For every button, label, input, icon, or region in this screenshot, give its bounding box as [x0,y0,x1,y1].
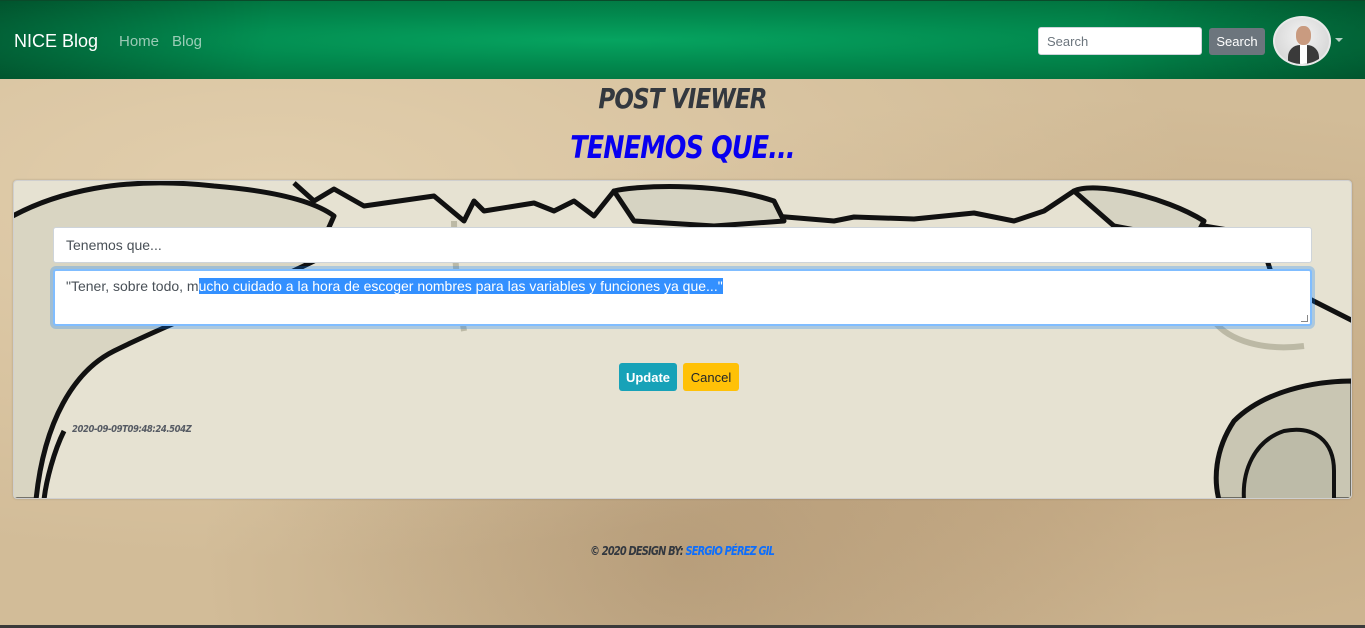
footer: © 2020 DESIGN BY: SERGIO PÉREZ GIL [0,544,1365,558]
page-heading: POST VIEWER [598,82,767,115]
brand-link[interactable]: NICE Blog [14,31,98,52]
avatar[interactable] [1273,16,1331,66]
avatar-shirt-shape [1300,45,1307,64]
cancel-button[interactable]: Cancel [683,363,739,391]
nav-blog-link[interactable]: Blog [172,33,202,50]
search-button[interactable]: Search [1209,28,1265,55]
post-editor-card: "Tener, sobre todo, mucho cuidado a la h… [13,180,1352,499]
footer-author-link[interactable]: SERGIO PÉREZ GIL [686,544,775,558]
footer-copyright: © 2020 DESIGN BY: [590,544,685,558]
post-content-textarea[interactable]: "Tener, sobre todo, mucho cuidado a la h… [53,269,1312,326]
chevron-down-icon[interactable] [1335,38,1343,42]
search-input[interactable] [1038,27,1202,55]
resize-handle-icon[interactable] [1301,315,1308,322]
content-unselected-text: "Tener, sobre todo, m [66,278,199,294]
nav-home-link[interactable]: Home [119,33,159,50]
post-title: TENEMOS QUE... [570,130,795,166]
content-selected-text: ucho cuidado a la hora de escoger nombre… [198,278,723,294]
update-button[interactable]: Update [619,363,677,391]
navbar: NICE Blog Home Blog Search [0,0,1365,79]
post-timestamp: 2020-09-09T09:48:24.504Z [72,424,192,435]
avatar-head-shape [1296,26,1311,45]
post-title-input[interactable] [53,227,1312,263]
